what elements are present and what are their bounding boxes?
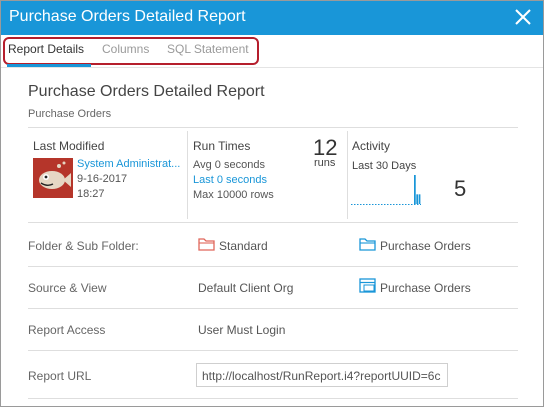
access-value: User Must Login (198, 323, 286, 337)
folder-icon (198, 238, 215, 251)
modified-time: 18:27 (77, 188, 105, 200)
source-value: Default Client Org (198, 281, 294, 295)
view-value[interactable]: Purchase Orders (380, 281, 471, 295)
report-subtitle: Purchase Orders (28, 108, 112, 120)
report-title: Purchase Orders Detailed Report (28, 83, 265, 100)
modified-date: 9-16-2017 (77, 173, 128, 185)
activity-count: 5 (454, 176, 467, 201)
last-modified-label: Last Modified (33, 139, 105, 153)
folder-label: Folder & Sub Folder: (28, 239, 139, 253)
run-times-label: Run Times (193, 139, 251, 153)
close-icon[interactable] (511, 5, 535, 29)
source-label: Source & View (28, 281, 107, 295)
dialog-title: Purchase Orders Detailed Report (9, 8, 246, 25)
access-label: Report Access (28, 323, 106, 337)
modified-by-user-link[interactable]: System Administrat... (77, 158, 180, 170)
divider (187, 131, 188, 219)
sparkline-bar (416, 194, 419, 204)
activity-label: Activity (352, 139, 391, 153)
activity-period: Last 30 Days (352, 160, 417, 172)
subfolder-value[interactable]: Purchase Orders (380, 239, 471, 253)
tab-report-details[interactable]: Report Details (8, 42, 84, 56)
view-icon (359, 278, 376, 293)
activity-sparkline (351, 175, 421, 205)
url-label: Report URL (28, 369, 92, 383)
divider (28, 222, 518, 223)
tab-columns[interactable]: Columns (102, 42, 149, 56)
run-count-unit: runs (314, 157, 336, 169)
user-avatar-icon (33, 158, 73, 198)
divider (347, 131, 348, 219)
divider (28, 266, 518, 267)
dialog-title-bar: Purchase Orders Detailed Report (1, 1, 543, 35)
tab-sql-statement[interactable]: SQL Statement (167, 42, 249, 56)
sparkline-bar (414, 175, 416, 204)
divider (28, 398, 518, 399)
sparkline-bar (418, 194, 421, 204)
max-rows: Max 10000 rows (193, 189, 274, 201)
divider (28, 308, 518, 309)
avg-run-time: Avg 0 seconds (193, 159, 265, 171)
subfolder-icon (359, 238, 376, 251)
report-url-field[interactable]: http://localhost/RunReport.i4?reportUUID… (196, 363, 448, 387)
divider (28, 127, 518, 128)
divider (28, 350, 518, 351)
tab-divider (1, 67, 543, 68)
report-details-dialog: Purchase Orders Detailed Report Report D… (0, 0, 544, 407)
folder-value[interactable]: Standard (219, 239, 268, 253)
last-run-time-link[interactable]: Last 0 seconds (193, 174, 267, 186)
